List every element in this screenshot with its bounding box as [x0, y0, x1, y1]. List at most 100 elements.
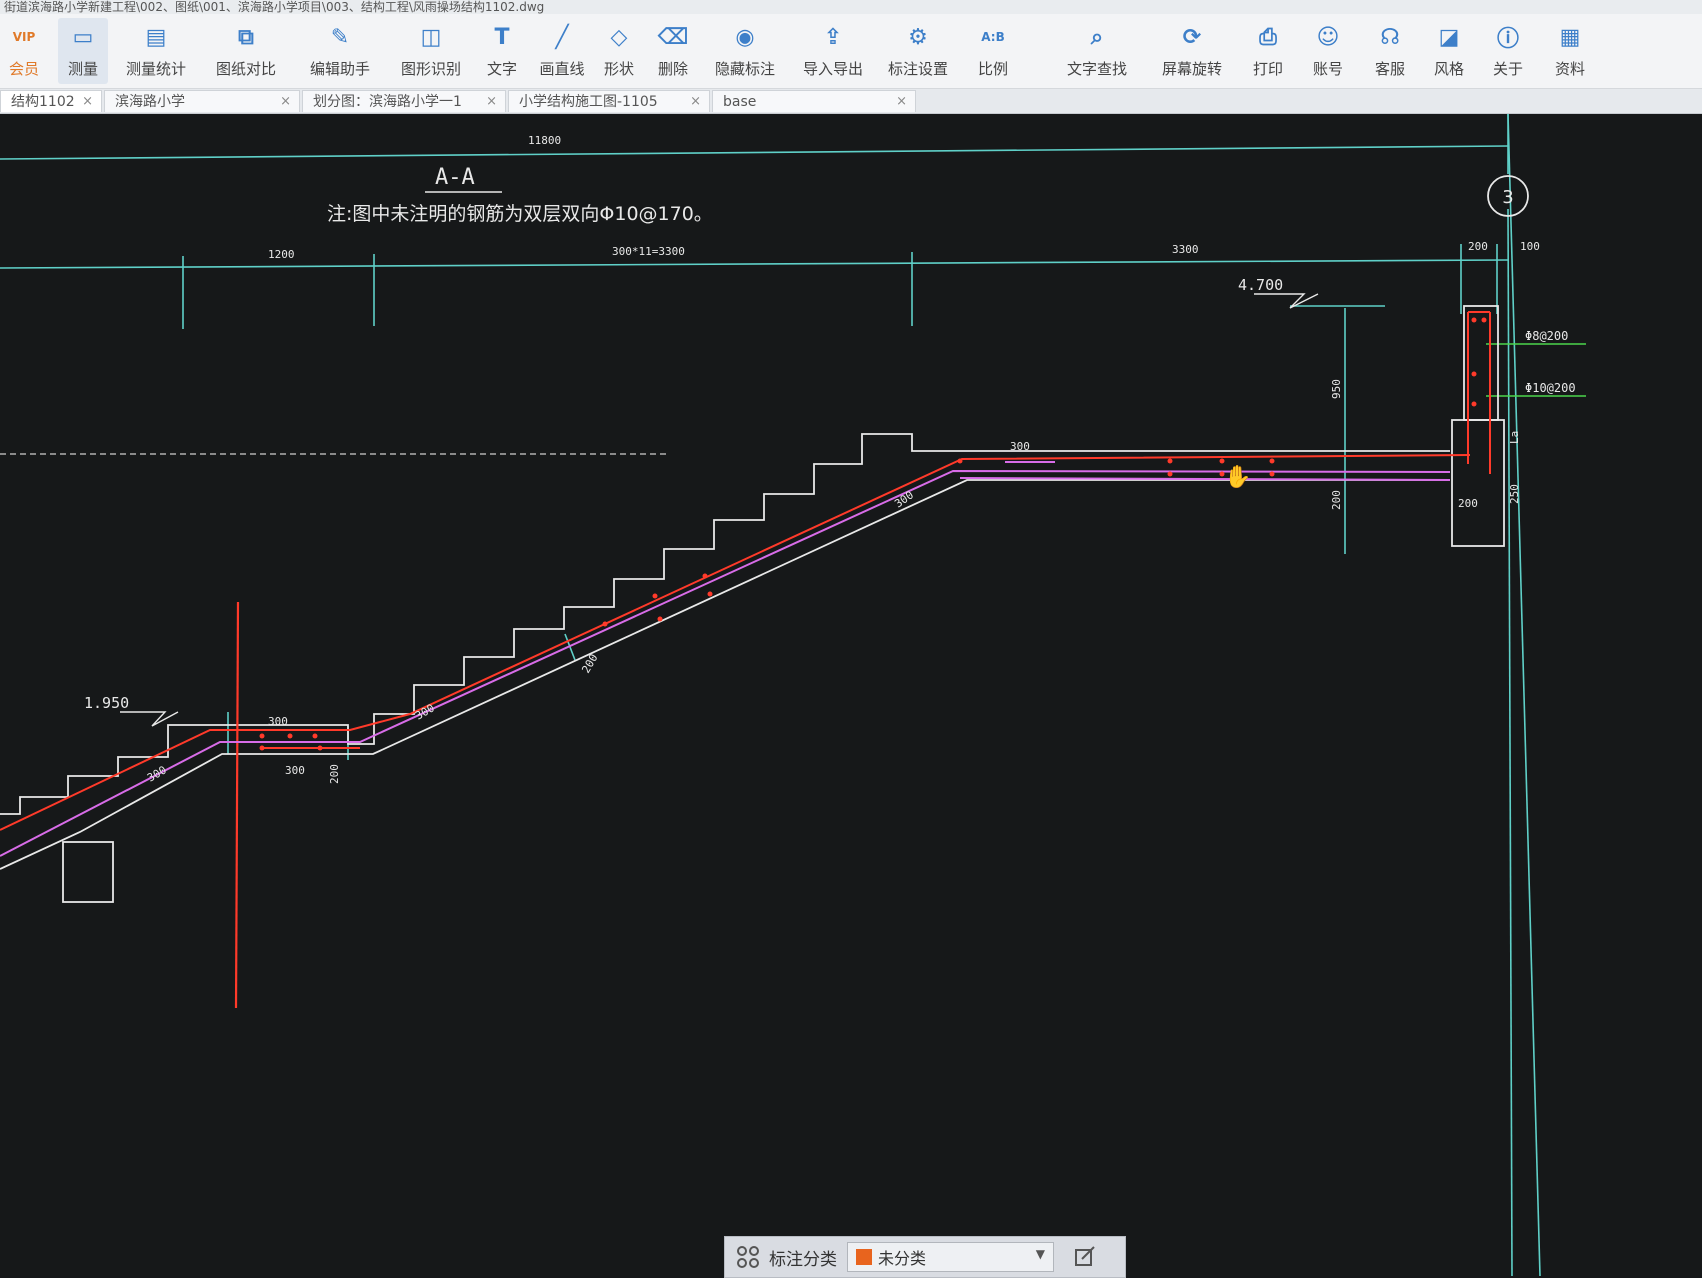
hide-icon: ◉ [735, 24, 755, 50]
print-icon: ⎙ [1259, 24, 1277, 50]
toolbar-label: 图纸对比 [215, 60, 276, 78]
close-icon[interactable]: × [690, 91, 701, 112]
toolbar-label: 标注设置 [887, 60, 948, 78]
toolbar-label: 隐藏标注 [714, 60, 775, 78]
dim-950: 950 [1330, 379, 1343, 399]
toolbar-button-17[interactable]: ☺ 账号 [1298, 18, 1358, 84]
account-icon: ☺ [1316, 24, 1340, 50]
grid-icon[interactable] [735, 1244, 761, 1270]
document-tabs: 结构1102 × 滨海路小学 × 划分图：滨海路小学一1 × 小学结构施工图-1105 × ba… [0, 89, 1702, 114]
edit-assistant-icon: ✎ [330, 24, 350, 50]
level-markers [120, 293, 1319, 727]
toolbar-label: 账号 [1312, 60, 1343, 78]
toolbar-button-6[interactable]: T 文字 [474, 18, 530, 84]
annotation-settings-icon: ⚙ [908, 24, 928, 50]
close-icon[interactable]: × [82, 91, 93, 112]
tab-2[interactable]: 划分图：滨海路小学一1 × [302, 90, 506, 112]
dim-la: La [1508, 431, 1521, 444]
rebar-top [0, 311, 1491, 1009]
docs-icon: ▦ [1559, 24, 1581, 50]
tab-1[interactable]: 滨海路小学 × [104, 90, 300, 112]
compare-icon: ⧉ [238, 24, 254, 50]
section-title: A-A [435, 165, 475, 190]
dimension-labels: 11800 1200 300*11=3300 3300 200 100 300 … [145, 134, 1540, 785]
toolbar-button-0[interactable]: VIP 会员 [0, 18, 48, 84]
toolbar-button-11[interactable]: ⇪ 导入导出 [790, 18, 876, 84]
dim-overall: 11800 [528, 134, 561, 147]
dim-200-beam: 200 [1458, 497, 1478, 510]
toolbar-button-15[interactable]: ⟳ 屏幕旋转 [1146, 18, 1238, 84]
toolbar-label: 关于 [1492, 60, 1523, 78]
toolbar-button-2[interactable]: ▤ 测量统计 [112, 18, 200, 84]
chevron-down-icon: ▼ [1035, 1247, 1045, 1261]
window-title: 街道滨海路小学新建工程\002、图纸\001、滨海路小学项目\003、结构工程\… [0, 0, 1702, 14]
tab-3[interactable]: 小学结构施工图-1105 × [508, 90, 710, 112]
toolbar-label: 客服 [1374, 60, 1405, 78]
main-toolbar: VIP 会员 ▭ 测量 ▤ 测量统计 ⧉ 图纸对比 ✎ 编辑助手 ◫ 图形识别 T 文字 ╱ 画直线 ◇ 形状 ⌫ 删… [0, 14, 1702, 89]
toolbar-button-20[interactable]: ⓘ 关于 [1478, 18, 1538, 84]
dim-200-low: 200 [328, 764, 341, 784]
toolbar-label: 资料 [1554, 60, 1585, 78]
drawing-canvas[interactable]: 3 A-A 注:图中未注明的钢筋为双层双向Φ10@170。 11800 1200… [0, 114, 1702, 1276]
annotation-category-label: 标注分类 [769, 1249, 837, 1270]
toolbar-button-16[interactable]: ⎙ 打印 [1238, 18, 1298, 84]
toolbar-button-19[interactable]: ◪ 风格 [1420, 18, 1478, 84]
toolbar-label: 文字查找 [1066, 60, 1127, 78]
toolbar-label: 会员 [8, 60, 39, 78]
level-upper: 4.700 [1238, 276, 1283, 294]
dim-200-flight: 200 [579, 652, 600, 676]
toolbar-button-1[interactable]: ▭ 测量 [58, 18, 108, 84]
toolbar-label: 比例 [977, 60, 1008, 78]
text-search-icon: ⌕ [1090, 24, 1104, 50]
category-color-swatch [856, 1249, 872, 1265]
toolbar-button-12[interactable]: ⚙ 标注设置 [878, 18, 958, 84]
toolbar-button-21[interactable]: ▦ 资料 [1540, 18, 1600, 84]
toolbar-button-13[interactable]: A:B 比例 [960, 18, 1026, 84]
toolbar-button-4[interactable]: ✎ 编辑助手 [292, 18, 388, 84]
rebar-bottom [0, 461, 1451, 857]
dim-1200: 1200 [268, 248, 295, 261]
toolbar-label: 风格 [1433, 60, 1464, 78]
toolbar-button-3[interactable]: ⧉ 图纸对比 [202, 18, 290, 84]
annotation-category-select[interactable]: 未分类 ▼ [847, 1242, 1054, 1272]
toolbar-button-18[interactable]: ☊ 客服 [1360, 18, 1420, 84]
cad-drawing[interactable]: 3 A-A 注:图中未注明的钢筋为双层双向Φ10@170。 11800 1200… [0, 114, 1702, 1276]
stair-outline [0, 305, 1505, 903]
toolbar-button-5[interactable]: ◫ 图形识别 [390, 18, 472, 84]
dim-300-flight: 300 [892, 488, 916, 510]
dim-100: 100 [1520, 240, 1540, 253]
shape-recognition-icon: ◫ [420, 24, 442, 50]
annotation-category-bar: 标注分类 未分类 ▼ [724, 1236, 1126, 1278]
toolbar-button-9[interactable]: ⌫ 删除 [648, 18, 698, 84]
toolbar-label: 形状 [603, 60, 634, 78]
tab-0[interactable]: 结构1102 × [0, 90, 102, 112]
tab-label: 滨海路小学 [115, 94, 185, 110]
info-icon: ⓘ [1496, 27, 1519, 52]
scale-icon: A:B [981, 30, 1005, 44]
dim-250: 250 [1508, 484, 1521, 504]
toolbar-button-8[interactable]: ◇ 形状 [592, 18, 646, 84]
toolbar-button-10[interactable]: ◉ 隐藏标注 [702, 18, 788, 84]
toolbar-label: 导入导出 [802, 60, 863, 78]
hand-cursor-icon: ✋ [1224, 464, 1251, 490]
tab-label: 划分图：滨海路小学一1 [313, 94, 462, 110]
dimension-lines [0, 114, 1541, 1276]
general-note: 注:图中未注明的钢筋为双层双向Φ10@170。 [327, 203, 713, 225]
level-lower: 1.950 [84, 694, 129, 712]
style-icon: ◪ [1438, 24, 1460, 50]
rotate-icon: ⟳ [1182, 24, 1202, 50]
close-icon[interactable]: × [486, 91, 497, 112]
dim-3300a: 300*11=3300 [612, 245, 685, 258]
close-icon[interactable]: × [896, 91, 907, 112]
close-icon[interactable]: × [280, 91, 291, 112]
dim-300-low: 300 [268, 715, 288, 728]
axis-label: 3 [1502, 187, 1513, 208]
line-icon: ╱ [555, 24, 569, 50]
edit-icon[interactable] [1068, 1242, 1102, 1272]
shape-icon: ◇ [610, 24, 628, 50]
toolbar-button-14[interactable]: ⌕ 文字查找 [1052, 18, 1142, 84]
toolbar-button-7[interactable]: ╱ 画直线 [532, 18, 592, 84]
text-icon: T [494, 24, 510, 50]
tab-4[interactable]: base × [712, 90, 916, 112]
toolbar-label: 测量 [67, 60, 98, 78]
